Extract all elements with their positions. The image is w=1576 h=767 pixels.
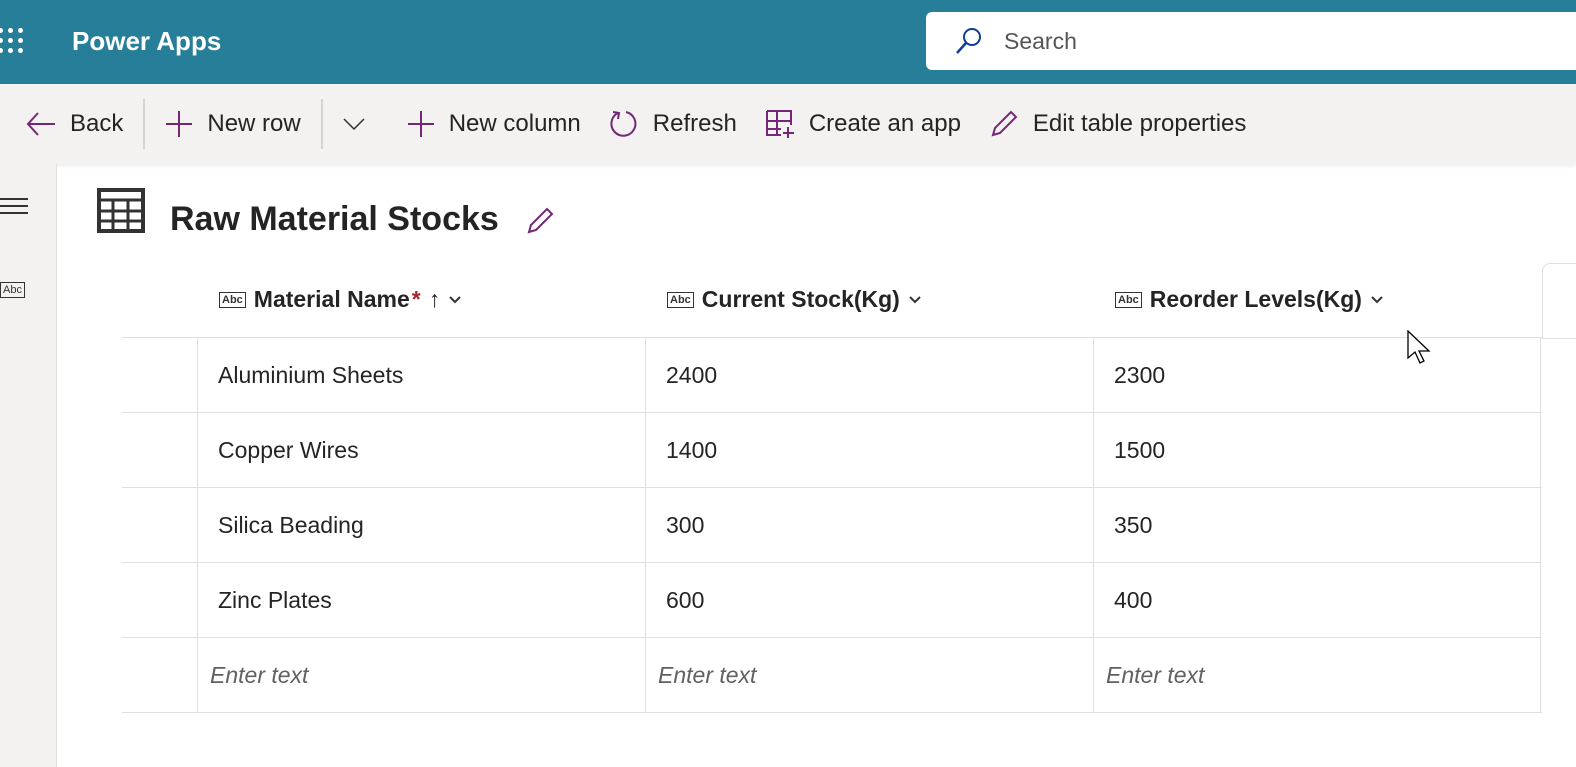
add-column-panel-edge	[1542, 263, 1576, 339]
refresh-icon	[610, 111, 637, 137]
text-type-icon: Abc	[219, 291, 246, 308]
edit-table-properties-button[interactable]: Edit table properties	[989, 109, 1246, 139]
command-bar: Back New row New column Refresh Create a…	[0, 84, 1576, 164]
back-arrow-icon	[26, 112, 55, 136]
current-stock-cell[interactable]: 300	[645, 488, 1093, 563]
hamburger-menu-icon[interactable]	[0, 196, 28, 216]
chevron-down-icon[interactable]	[448, 295, 462, 305]
edit-title-pencil-icon[interactable]	[526, 205, 556, 235]
column-header-current-stock[interactable]: Abc Current Stock(Kg)	[667, 286, 922, 313]
plus-icon	[166, 111, 193, 137]
edit-props-label: Edit table properties	[1032, 110, 1247, 137]
data-grid: Abc Material Name * ↑ Abc Current Stock(Kg) …	[122, 264, 1542, 713]
new-row: Enter text Enter text Enter text	[122, 638, 1542, 713]
search-icon	[956, 28, 981, 54]
material-name-cell[interactable]: Copper Wires	[197, 413, 645, 488]
new-row-button[interactable]: New row	[165, 110, 301, 138]
divider	[320, 99, 323, 149]
table-row[interactable]: Copper Wires 1400 1500	[122, 413, 1542, 488]
table-row[interactable]: Silica Beading 300 350	[122, 488, 1542, 563]
reorder-level-cell[interactable]: 2300	[1093, 338, 1541, 413]
back-label: Back	[70, 110, 124, 137]
current-stock-input[interactable]: Enter text	[645, 638, 1093, 713]
material-name-cell[interactable]: Silica Beading	[197, 488, 645, 563]
left-sidebar: Abc	[0, 164, 57, 767]
material-name-input[interactable]: Enter text	[197, 638, 645, 713]
material-name-cell[interactable]: Aluminium Sheets	[197, 338, 645, 413]
current-stock-cell[interactable]: 2400	[645, 338, 1093, 413]
back-button[interactable]: Back	[26, 110, 123, 138]
page-title: Raw Material Stocks	[170, 200, 499, 238]
text-field-icon[interactable]: Abc	[0, 282, 25, 298]
create-app-icon	[765, 110, 794, 138]
create-app-button[interactable]: Create an app	[765, 109, 961, 139]
new-row-dropdown[interactable]	[343, 117, 379, 131]
column-header-material-name[interactable]: Abc Material Name * ↑	[219, 286, 462, 313]
sort-ascending-icon: ↑	[428, 286, 441, 312]
table-icon	[97, 188, 145, 233]
text-type-icon: Abc	[667, 291, 694, 308]
reorder-level-cell[interactable]: 400	[1093, 563, 1541, 638]
pencil-icon	[991, 110, 1018, 137]
column-label: Material Name	[253, 286, 410, 312]
create-app-label: Create an app	[808, 110, 961, 137]
material-name-cell[interactable]: Zinc Plates	[197, 563, 645, 638]
table-row[interactable]: Aluminium Sheets 2400 2300	[122, 338, 1542, 413]
divider	[143, 99, 146, 149]
refresh-label: Refresh	[652, 110, 737, 137]
chevron-down-icon[interactable]	[908, 295, 922, 305]
grid-header: Abc Material Name * ↑ Abc Current Stock(Kg) …	[122, 264, 1542, 338]
required-asterisk: *	[411, 286, 421, 312]
app-title: Power Apps	[72, 26, 222, 56]
text-type-icon: Abc	[1115, 291, 1142, 308]
chevron-down-icon	[343, 118, 365, 131]
reorder-level-cell[interactable]: 350	[1093, 488, 1541, 563]
reorder-level-cell[interactable]: 1500	[1093, 413, 1541, 488]
current-stock-cell[interactable]: 1400	[645, 413, 1093, 488]
column-label: Reorder Levels(Kg)	[1149, 286, 1362, 312]
chevron-down-icon[interactable]	[1370, 295, 1384, 305]
app-launcher-icon[interactable]	[0, 28, 28, 56]
top-bar: Power Apps Search	[0, 0, 1576, 84]
new-column-button[interactable]: New column	[407, 110, 581, 138]
search-input[interactable]: Search	[926, 12, 1576, 70]
reorder-level-input[interactable]: Enter text	[1093, 638, 1541, 713]
refresh-button[interactable]: Refresh	[609, 109, 737, 139]
mouse-cursor-icon	[1407, 330, 1431, 364]
table-row[interactable]: Zinc Plates 600 400	[122, 563, 1542, 638]
new-column-label: New column	[448, 110, 581, 137]
column-label: Current Stock(Kg)	[701, 286, 900, 312]
search-placeholder: Search	[1004, 27, 1077, 54]
plus-icon	[407, 111, 434, 137]
current-stock-cell[interactable]: 600	[645, 563, 1093, 638]
column-header-reorder-levels[interactable]: Abc Reorder Levels(Kg)	[1115, 286, 1384, 313]
new-row-label: New row	[207, 110, 301, 137]
